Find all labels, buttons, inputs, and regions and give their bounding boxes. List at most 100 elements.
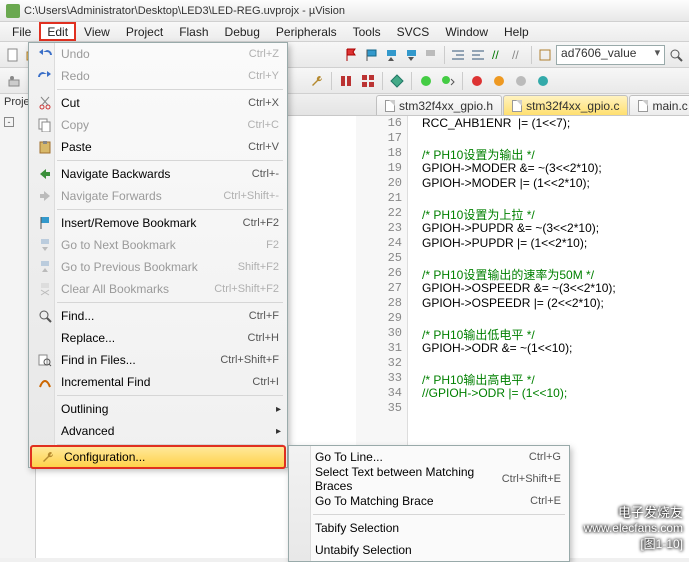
code-line: GPIOH->OSPEEDR &= ~(3<<2*10); [408, 281, 616, 296]
menu-item-paste[interactable]: PasteCtrl+V [29, 136, 287, 158]
menu-separator [57, 444, 283, 445]
uncomment-icon[interactable]: // [509, 45, 527, 65]
tab-label: main.c [652, 99, 687, 113]
gray-dot-icon[interactable] [511, 71, 531, 91]
build-all-icon[interactable] [358, 71, 378, 91]
tree-collapse-icon[interactable]: - [4, 117, 14, 127]
menu-item-shortcut: Ctrl+Shift+- [223, 190, 279, 202]
search-combo-value: ad7606_value [561, 46, 636, 60]
menu-separator [57, 395, 283, 396]
tab-stm32f4xx_gpio-c[interactable]: stm32f4xx_gpio.c [503, 95, 628, 115]
flag-red-icon[interactable] [343, 45, 361, 65]
indent-icon[interactable] [449, 45, 467, 65]
find-toolbar-icon[interactable] [667, 45, 685, 65]
new-file-icon[interactable] [4, 45, 22, 65]
menu-item-shortcut: Ctrl+H [248, 332, 279, 344]
submenu-arrow-icon: ▸ [276, 404, 281, 415]
menu-item-find-in-files[interactable]: Find in Files...Ctrl+Shift+F [29, 349, 287, 371]
build-icon[interactable] [336, 71, 356, 91]
submenu-item-go-to-matching-brace[interactable]: Go To Matching BraceCtrl+E [289, 490, 569, 512]
menu-item-label: Redo [57, 69, 248, 83]
wrench-icon[interactable] [307, 71, 327, 91]
menu-item-shortcut: Ctrl+V [248, 141, 279, 153]
menu-project[interactable]: Project [118, 22, 171, 41]
flag-clear-icon[interactable] [423, 45, 441, 65]
diamond-icon[interactable] [387, 71, 407, 91]
orange-dot-icon[interactable] [489, 71, 509, 91]
menu-item-shortcut: Ctrl+C [248, 119, 279, 131]
comment-icon[interactable]: // [489, 45, 507, 65]
box-icon[interactable] [536, 45, 554, 65]
bookmark-icon [33, 216, 57, 230]
submenu-item-label: Untabify Selection [315, 543, 561, 557]
menu-separator [57, 209, 283, 210]
menu-item-replace[interactable]: Replace...Ctrl+H [29, 327, 287, 349]
menu-item-insert-remove-bookmark[interactable]: Insert/Remove BookmarkCtrl+F2 [29, 212, 287, 234]
menu-window[interactable]: Window [437, 22, 496, 41]
menu-separator [57, 302, 283, 303]
red-dot-icon[interactable] [467, 71, 487, 91]
menu-item-navigate-backwards[interactable]: Navigate BackwardsCtrl+- [29, 163, 287, 185]
menu-view[interactable]: View [76, 22, 118, 41]
menu-item-outlining[interactable]: Outlining▸ [29, 398, 287, 420]
nav-back-icon [33, 167, 57, 181]
find-icon [33, 309, 57, 323]
outdent-icon[interactable] [469, 45, 487, 65]
menu-peripherals[interactable]: Peripherals [268, 22, 345, 41]
submenu-item-shortcut: Ctrl+G [529, 451, 561, 463]
menu-flash[interactable]: Flash [171, 22, 216, 41]
incremental-icon [33, 375, 57, 389]
flag-prev-icon[interactable] [383, 45, 401, 65]
menubar: FileEditViewProjectFlashDebugPeripherals… [0, 22, 689, 42]
toolbar-separator [331, 72, 332, 90]
line-number: 33 [356, 371, 408, 385]
submenu-item-select-text-between-matching-braces[interactable]: Select Text between Matching BracesCtrl+… [289, 468, 569, 490]
code-line: GPIOH->PUPDR |= (1<<2*10); [408, 236, 587, 251]
menu-item-cut[interactable]: CutCtrl+X [29, 92, 287, 114]
code-line: /* PH10设置输出的速率为50M */ [408, 266, 594, 281]
window-title: C:\Users\Administrator\Desktop\LED3\LED-… [24, 5, 345, 17]
line-number: 19 [356, 161, 408, 175]
menu-item-find[interactable]: Find...Ctrl+F [29, 305, 287, 327]
menu-file[interactable]: File [4, 22, 39, 41]
menu-item-label: Navigate Backwards [57, 167, 252, 181]
teal-dot-icon[interactable] [533, 71, 553, 91]
search-combo[interactable]: ad7606_value [556, 45, 665, 65]
submenu-arrow-icon: ▸ [276, 426, 281, 437]
menu-edit[interactable]: Edit [39, 22, 76, 41]
submenu-item-tabify-selection[interactable]: Tabify Selection [289, 517, 569, 539]
menu-item-shortcut: Ctrl+X [248, 97, 279, 109]
bookmark-next-icon [33, 238, 57, 252]
menu-item-shortcut: Ctrl+F2 [243, 217, 279, 229]
green-dot-dropdown-icon[interactable] [438, 71, 458, 91]
translate-icon[interactable] [4, 71, 24, 91]
menu-item-label: Advanced [57, 424, 279, 438]
line-number: 26 [356, 266, 408, 280]
flag-next-icon[interactable] [403, 45, 421, 65]
green-dot-icon[interactable] [416, 71, 436, 91]
flag-icon[interactable] [363, 45, 381, 65]
redo-icon [33, 69, 57, 83]
menu-item-label: Outlining [57, 402, 279, 416]
svg-text://: // [512, 48, 519, 62]
tab-main-c[interactable]: main.c [629, 95, 689, 115]
tab-stm32f4xx_gpio-h[interactable]: stm32f4xx_gpio.h [376, 95, 502, 115]
menu-item-configuration[interactable]: Configuration... [31, 446, 285, 468]
menu-tools[interactable]: Tools [345, 22, 389, 41]
menu-item-label: Configuration... [60, 450, 276, 464]
line-number: 20 [356, 176, 408, 190]
menu-help[interactable]: Help [496, 22, 537, 41]
menu-item-label: Paste [57, 140, 248, 154]
line-number: 28 [356, 296, 408, 310]
titlebar: C:\Users\Administrator\Desktop\LED3\LED-… [0, 0, 689, 22]
menu-debug[interactable]: Debug [217, 22, 268, 41]
menu-svcs[interactable]: SVCS [389, 22, 438, 41]
toolbar-separator [411, 72, 412, 90]
code-line [408, 191, 422, 206]
line-number: 32 [356, 356, 408, 370]
menu-item-incremental-find[interactable]: Incremental FindCtrl+I [29, 371, 287, 393]
code-line [408, 401, 422, 416]
code-line: RCC_AHB1ENR |= (1<<7); [408, 116, 570, 131]
find-files-icon [33, 353, 57, 367]
menu-item-advanced[interactable]: Advanced▸ [29, 420, 287, 442]
